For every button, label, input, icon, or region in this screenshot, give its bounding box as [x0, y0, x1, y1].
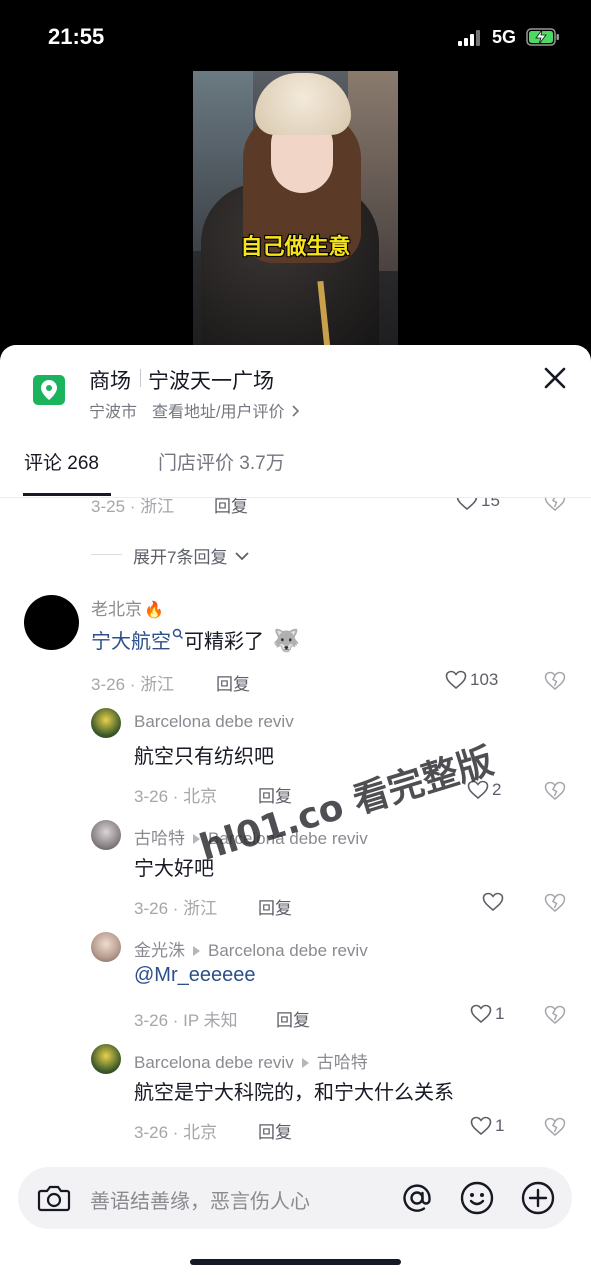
home-indicator[interactable]: [190, 1259, 401, 1265]
reply-button[interactable]: 回复: [276, 1006, 310, 1031]
like-count: 1: [495, 1004, 505, 1023]
reply-meta: 3-26 · 北京: [134, 1123, 218, 1142]
reply-button[interactable]: 回复: [258, 1118, 292, 1143]
map-pin-icon: [33, 375, 65, 405]
avatar[interactable]: [91, 932, 121, 962]
poi-name: 宁波天一广场: [148, 370, 274, 393]
reply-meta: 3-26 · IP 未知: [134, 1011, 238, 1030]
expand-replies-button[interactable]: 展开7条回复: [133, 543, 250, 568]
reply-to-username: 古哈特: [316, 1053, 368, 1072]
close-icon[interactable]: [540, 363, 570, 393]
mention-text: 宁大航空: [91, 631, 171, 653]
tab-active-indicator: [23, 493, 111, 496]
emoji-icon[interactable]: [459, 1180, 495, 1216]
poi-category: 商场: [89, 370, 131, 393]
broken-heart-icon[interactable]: [544, 498, 566, 513]
like-button[interactable]: 103: [445, 670, 498, 690]
broken-heart-icon[interactable]: [544, 892, 566, 914]
heart-icon: [470, 1116, 492, 1136]
reply-username[interactable]: 金光洙 Barcelona debe reviv: [134, 936, 368, 961]
like-count: 15: [481, 498, 500, 510]
tab-bar: 评论 268 门店评价 3.7万: [0, 440, 591, 498]
reply-username[interactable]: Barcelona debe reviv 古哈特: [134, 1048, 368, 1073]
username-text: 金光洙: [134, 941, 185, 960]
comment-meta: 3-26 · 浙江: [91, 675, 175, 694]
chevron-down-icon: [235, 552, 249, 561]
reply-text: 宁大好吧: [134, 858, 214, 880]
reply-text: 航空是宁大科院的，和宁大什么关系: [134, 1082, 454, 1104]
reply-meta: 3-26 · 北京: [134, 787, 218, 806]
mention-link[interactable]: 宁大航空: [91, 628, 184, 653]
heart-icon: [456, 498, 478, 511]
husky-emoji-icon: 🐺: [272, 628, 300, 653]
heart-icon: [470, 1004, 492, 1024]
reply-button[interactable]: 回复: [214, 498, 248, 517]
reply-arrow-icon: [193, 946, 200, 957]
username-text: 老北京: [91, 600, 142, 619]
broken-heart-icon[interactable]: [544, 1116, 566, 1138]
comment-input[interactable]: 善语结善缘，恶言伤人心: [90, 1185, 310, 1214]
poi-address-link[interactable]: 查看地址/用户评价: [152, 398, 301, 422]
avatar[interactable]: [91, 708, 121, 738]
poi-address-label: 查看地址/用户评价: [152, 404, 285, 421]
avatar[interactable]: [91, 820, 121, 850]
like-button[interactable]: 1: [470, 1116, 504, 1136]
battery-charging-icon: [526, 28, 559, 46]
poi-city: 宁波市: [89, 404, 138, 421]
like-button[interactable]: 15: [456, 498, 500, 511]
reply-username[interactable]: Barcelona debe reviv: [134, 712, 294, 732]
comment-body: 可精彩了: [184, 631, 264, 653]
video-person-hat: [255, 73, 351, 135]
tab-comments[interactable]: 评论 268: [24, 448, 99, 475]
signal-icon: [458, 30, 484, 46]
poi-header[interactable]: 商场 宁波天一广场 宁波市 查看地址/用户评价: [0, 345, 591, 425]
comment-text: 宁大航空 可精彩了 🐺: [91, 625, 300, 654]
comment-username[interactable]: 老北京 🔥: [91, 595, 164, 620]
reply-text: 航空只有纺织吧: [134, 746, 274, 768]
poi-divider: [140, 369, 141, 387]
fire-badge-icon: 🔥: [144, 602, 164, 619]
at-mention-icon[interactable]: [399, 1180, 435, 1216]
expand-replies-label: 展开7条回复: [133, 548, 228, 567]
status-time: 21:55: [48, 24, 105, 49]
avatar[interactable]: [24, 595, 79, 650]
like-button[interactable]: 1: [470, 1004, 504, 1024]
reply-button[interactable]: 回复: [258, 894, 292, 919]
status-bar: 21:55 5G: [0, 0, 591, 70]
username-text: Barcelona debe reviv: [134, 1053, 294, 1072]
video-caption: 自己做生意: [240, 234, 351, 259]
reply-text[interactable]: @Mr_eeeeee: [134, 964, 255, 987]
comment-input-bar[interactable]: 善语结善缘，恶言伤人心: [18, 1167, 572, 1229]
search-icon: [172, 628, 183, 639]
heart-icon: [445, 670, 467, 690]
like-button[interactable]: [482, 892, 507, 912]
broken-heart-icon[interactable]: [544, 670, 566, 692]
chevron-right-icon: [292, 405, 300, 417]
like-count: 1: [495, 1116, 505, 1135]
camera-icon[interactable]: [37, 1182, 71, 1214]
plus-circle-icon[interactable]: [520, 1180, 556, 1216]
comment-meta: 3-25 · 浙江: [91, 498, 175, 516]
reply-meta: 3-26 · 浙江: [134, 899, 218, 918]
reply-to-username: Barcelona debe reviv: [208, 941, 368, 960]
username-text: 古哈特: [134, 829, 185, 848]
heart-icon: [482, 892, 504, 912]
broken-heart-icon[interactable]: [544, 1004, 566, 1026]
network-type: 5G: [492, 27, 517, 47]
broken-heart-icon[interactable]: [544, 780, 566, 802]
like-count: 103: [470, 670, 499, 689]
reply-arrow-icon: [301, 1058, 309, 1069]
expand-divider: [91, 554, 122, 555]
tab-store-reviews[interactable]: 门店评价 3.7万: [158, 448, 285, 475]
reply-button[interactable]: 回复: [216, 670, 250, 695]
video-player[interactable]: 自己做生意: [193, 71, 398, 346]
avatar[interactable]: [91, 1044, 121, 1074]
